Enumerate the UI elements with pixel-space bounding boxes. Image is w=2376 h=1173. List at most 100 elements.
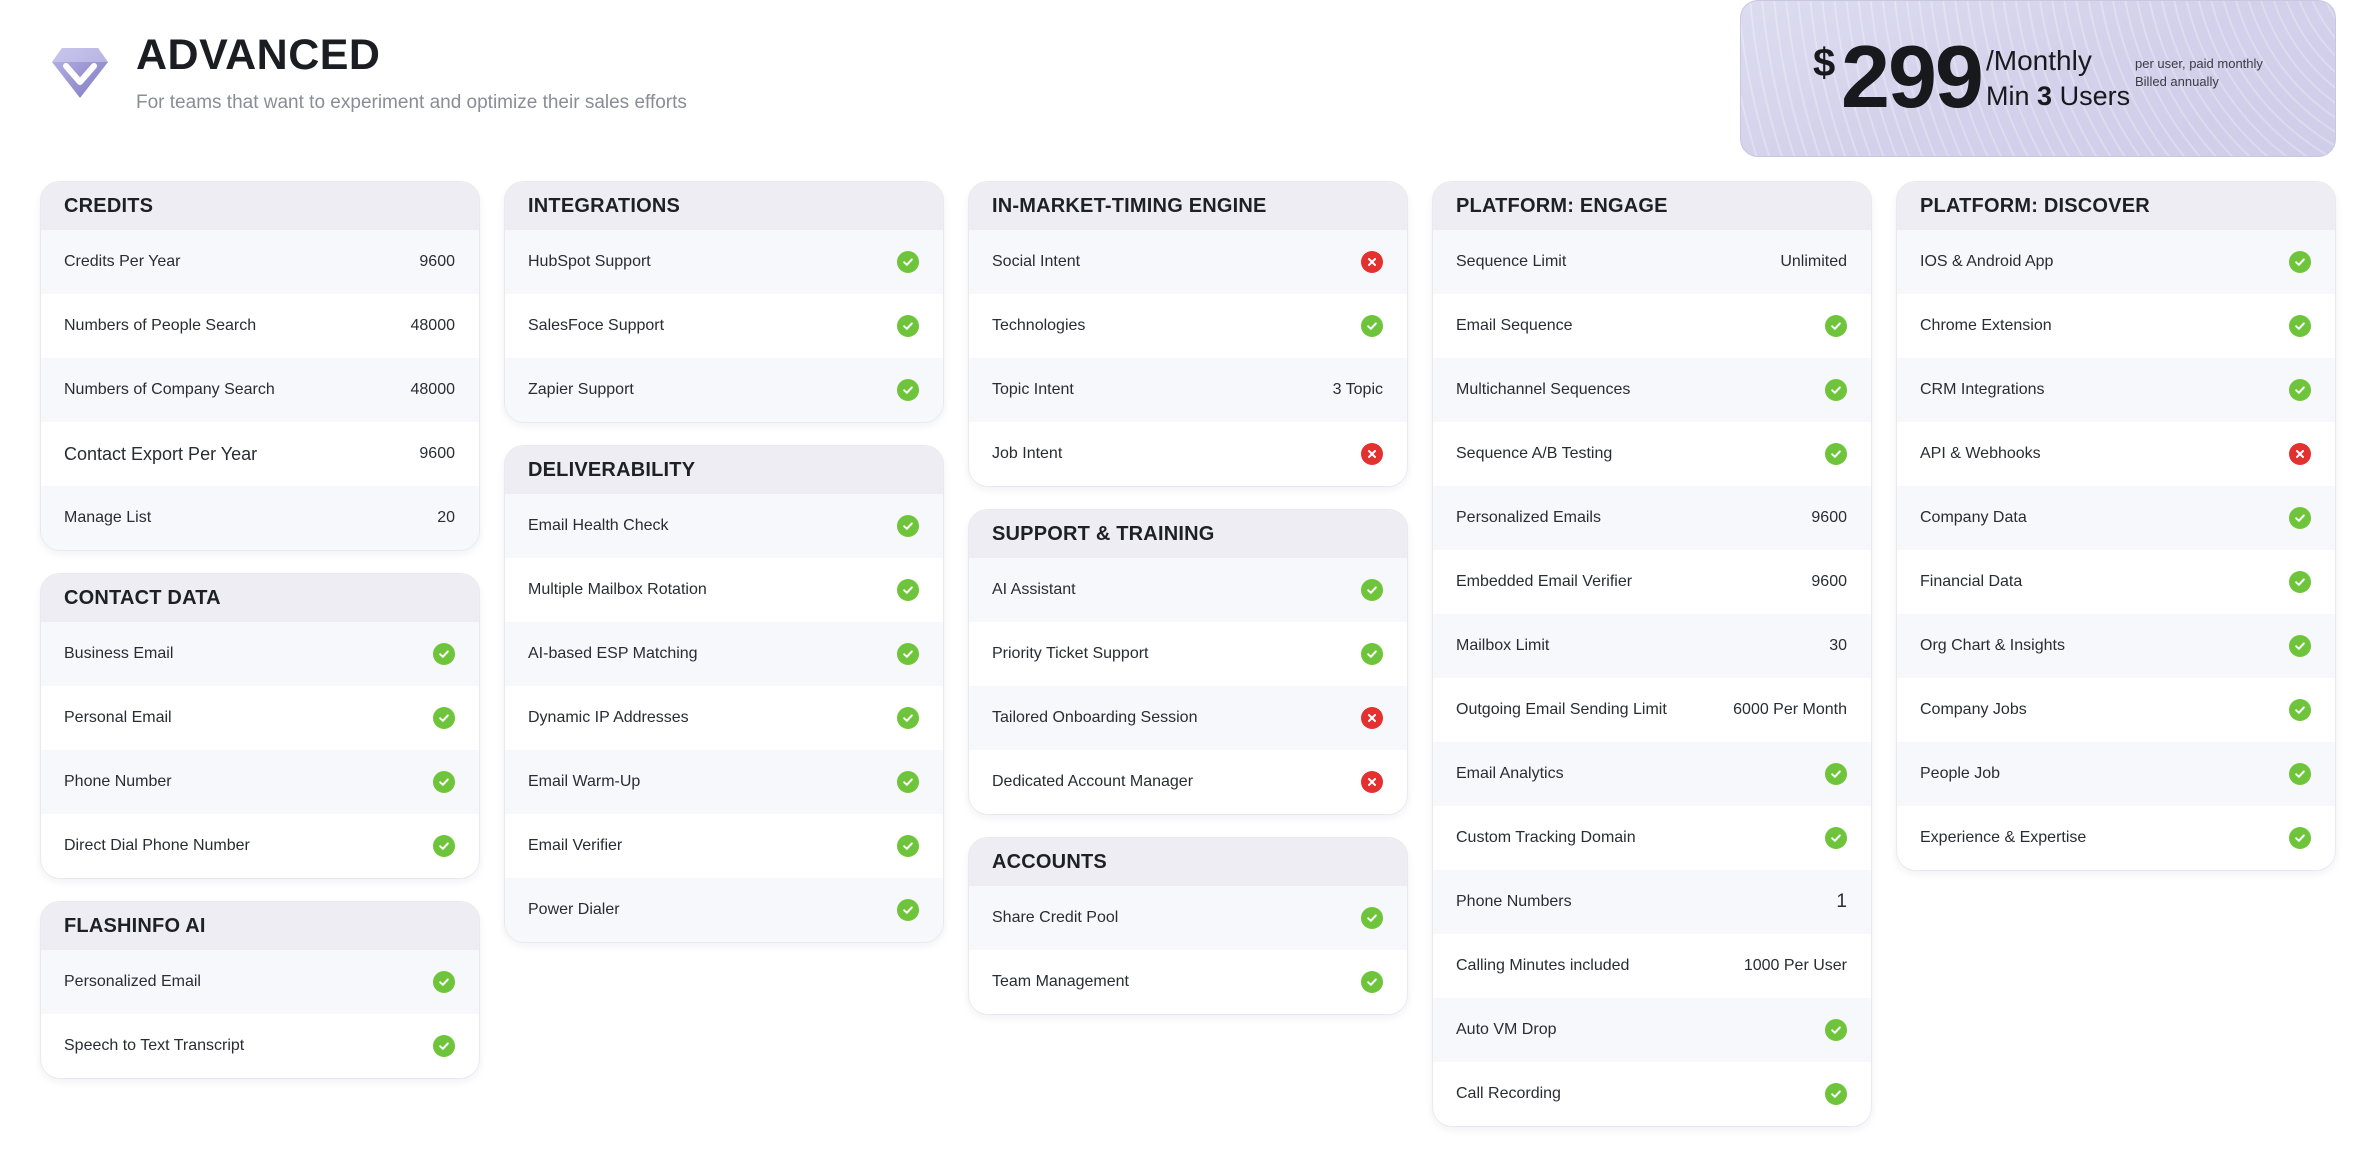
feature-label: Multichannel Sequences xyxy=(1456,381,1631,398)
feature-label: Financial Data xyxy=(1920,573,2023,590)
section-integrations: INTEGRATIONS HubSpot Support SalesFoce Su… xyxy=(504,181,944,423)
feature-label: AI-based ESP Matching xyxy=(528,645,698,662)
section-credits: CREDITS Credits Per Year 9600 Numbers of P… xyxy=(40,181,480,551)
feature-value: 9600 xyxy=(419,445,455,462)
feature-value: 1 xyxy=(1836,891,1847,912)
feature-label: Business Email xyxy=(64,645,174,662)
feature-label: Sequence Limit xyxy=(1456,253,1567,270)
feature-row: Speech to Text Transcript xyxy=(41,1014,479,1078)
feature-row: Email Warm-Up xyxy=(505,750,943,814)
min-users: Min 3 Users xyxy=(1986,81,2131,111)
check-icon xyxy=(1825,1019,1847,1041)
feature-label: Tailored Onboarding Session xyxy=(992,709,1198,726)
feature-value: 3 Topic xyxy=(1332,381,1383,398)
section-title: DELIVERABILITY xyxy=(505,446,943,494)
feature-row: Dynamic IP Addresses xyxy=(505,686,943,750)
feature-label: Manage List xyxy=(64,509,152,526)
plan-subtitle: For teams that want to experiment and op… xyxy=(136,92,687,113)
cross-icon xyxy=(2289,443,2311,465)
feature-row: Sequence Limit Unlimited xyxy=(1433,230,1871,294)
check-icon xyxy=(2289,315,2311,337)
feature-row: AI Assistant xyxy=(969,558,1407,622)
section-accounts: ACCOUNTS Share Credit Pool Team Managemen… xyxy=(968,837,1408,1015)
section-title: CREDITS xyxy=(41,182,479,230)
section-title: IN-MARKET-TIMING ENGINE xyxy=(969,182,1407,230)
cross-icon xyxy=(1361,443,1383,465)
feature-row: SalesFoce Support xyxy=(505,294,943,358)
section-title: ACCOUNTS xyxy=(969,838,1407,886)
feature-label: Chrome Extension xyxy=(1920,317,2052,334)
feature-label: Phone Number xyxy=(64,773,172,790)
feature-value: 48000 xyxy=(410,317,456,334)
feature-label: Topic Intent xyxy=(992,381,1074,398)
feature-label: Auto VM Drop xyxy=(1456,1021,1557,1038)
feature-label: Power Dialer xyxy=(528,901,620,918)
check-icon xyxy=(1825,315,1847,337)
feature-row: Business Email xyxy=(41,622,479,686)
feature-row: Embedded Email Verifier 9600 xyxy=(1433,550,1871,614)
feature-row: People Job xyxy=(1897,742,2335,806)
feature-row: Phone Numbers 1 xyxy=(1433,870,1871,934)
feature-label: Credits Per Year xyxy=(64,253,181,270)
check-icon xyxy=(433,835,455,857)
feature-row: HubSpot Support xyxy=(505,230,943,294)
feature-label: IOS & Android App xyxy=(1920,253,2054,270)
feature-label: Social Intent xyxy=(992,253,1081,270)
feature-label: Job Intent xyxy=(992,445,1063,462)
feature-label: Multiple Mailbox Rotation xyxy=(528,581,707,598)
feature-row: Contact Export Per Year 9600 xyxy=(41,422,479,486)
billing-note: per user, paid monthly Billed annually xyxy=(2135,56,2263,89)
feature-row: Personalized Email xyxy=(41,950,479,1014)
feature-label: Contact Export Per Year xyxy=(64,443,258,464)
feature-label: HubSpot Support xyxy=(528,253,651,270)
feature-label: Email Health Check xyxy=(528,517,669,534)
check-icon xyxy=(1825,763,1847,785)
section-title: SUPPORT & TRAINING xyxy=(969,510,1407,558)
check-icon xyxy=(2289,379,2311,401)
feature-row: Sequence A/B Testing xyxy=(1433,422,1871,486)
feature-label: Sequence A/B Testing xyxy=(1456,445,1613,462)
feature-label: AI Assistant xyxy=(992,581,1076,598)
feature-label: CRM Integrations xyxy=(1920,381,2045,398)
feature-label: Priority Ticket Support xyxy=(992,645,1149,662)
price-currency: $ xyxy=(1813,41,1836,85)
feature-row: Email Sequence xyxy=(1433,294,1871,358)
check-icon xyxy=(2289,635,2311,657)
check-icon xyxy=(897,251,919,273)
check-icon xyxy=(2289,251,2311,273)
feature-label: Numbers of Company Search xyxy=(64,381,275,398)
check-icon xyxy=(2289,699,2311,721)
feature-value: 30 xyxy=(1829,637,1847,654)
check-icon xyxy=(1825,443,1847,465)
plan-title-block: ADVANCED For teams that want to experime… xyxy=(136,30,687,114)
feature-value: 9600 xyxy=(1811,573,1847,590)
feature-row: Company Jobs xyxy=(1897,678,2335,742)
feature-label: Zapier Support xyxy=(528,381,634,398)
cross-icon xyxy=(1361,771,1383,793)
check-icon xyxy=(897,643,919,665)
feature-row: Multiple Mailbox Rotation xyxy=(505,558,943,622)
feature-row: Custom Tracking Domain xyxy=(1433,806,1871,870)
feature-value: 48000 xyxy=(410,381,456,398)
feature-row: Company Data xyxy=(1897,486,2335,550)
feature-row: Tailored Onboarding Session xyxy=(969,686,1407,750)
feature-row: Social Intent xyxy=(969,230,1407,294)
feature-value: Unlimited xyxy=(1780,253,1847,270)
check-icon xyxy=(1825,379,1847,401)
check-icon xyxy=(1825,1083,1847,1105)
feature-row: Credits Per Year 9600 xyxy=(41,230,479,294)
feature-label: Outgoing Email Sending Limit xyxy=(1456,701,1667,718)
feature-label: Email Analytics xyxy=(1456,765,1564,782)
section-platform-discover: PLATFORM: DISCOVER IOS & Android App Chro… xyxy=(1896,181,2336,871)
feature-row: Manage List 20 xyxy=(41,486,479,550)
pricing-plan-page: ADVANCED For teams that want to experime… xyxy=(0,0,2376,1173)
check-icon xyxy=(433,1035,455,1057)
section-title: FLASHINFO AI xyxy=(41,902,479,950)
feature-row: Email Analytics xyxy=(1433,742,1871,806)
check-icon xyxy=(897,579,919,601)
section-flashinfo-ai: FLASHINFO AI Personalized Email Speech to… xyxy=(40,901,480,1079)
feature-row: Team Management xyxy=(969,950,1407,1014)
section-contact-data: CONTACT DATA Business Email Personal Emai… xyxy=(40,573,480,879)
feature-label: People Job xyxy=(1920,765,2001,782)
section-in-market-timing-engine: IN-MARKET-TIMING ENGINE Social Intent Tec… xyxy=(968,181,1408,487)
